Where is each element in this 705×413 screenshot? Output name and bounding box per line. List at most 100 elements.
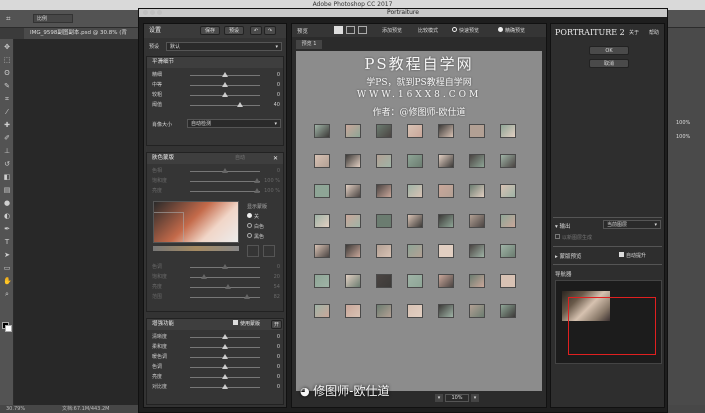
slider-row[interactable]: 饱和度 20 bbox=[152, 273, 282, 281]
stamp-icon[interactable]: ⊥ bbox=[3, 147, 11, 155]
zoom-icon[interactable]: ⌕ bbox=[3, 290, 11, 298]
slider-knob[interactable] bbox=[254, 178, 261, 183]
slider-row[interactable]: 亮度 0 bbox=[152, 373, 282, 381]
slider-row[interactable]: 色调 0 bbox=[152, 263, 282, 271]
zoom-plus-icon[interactable]: ▾ bbox=[471, 394, 479, 402]
portrait-size-select[interactable]: 自动检测 ▾ bbox=[187, 119, 281, 128]
cancel-button[interactable]: 取消 bbox=[589, 59, 629, 68]
slider-row[interactable]: 清晰度 0 bbox=[152, 333, 282, 341]
skin-mode[interactable]: 自动 bbox=[235, 153, 245, 164]
split-view-icon[interactable] bbox=[346, 26, 355, 34]
undo-icon[interactable]: ↶ bbox=[250, 26, 262, 35]
quick-select-icon[interactable]: ✎ bbox=[3, 82, 11, 90]
ratio-select[interactable]: 比例 bbox=[33, 14, 73, 23]
navigator-view[interactable] bbox=[555, 280, 662, 364]
auto-enhance-checkbox[interactable]: 自动提升 bbox=[619, 252, 646, 259]
enhance-toggle[interactable]: 开 bbox=[271, 320, 282, 329]
gradient-icon[interactable]: ▤ bbox=[3, 186, 11, 194]
crop-icon[interactable]: ⌗ bbox=[3, 95, 11, 103]
lasso-tool-icon[interactable]: ʘ bbox=[3, 69, 11, 77]
slider-row[interactable]: 饱和度 100 % bbox=[152, 177, 282, 185]
slider-row[interactable]: 暖色调 0 bbox=[152, 353, 282, 361]
fine-preview-radio[interactable]: 精确预览 bbox=[498, 27, 525, 34]
eraser-icon[interactable]: ◧ bbox=[3, 173, 11, 181]
slider-knob[interactable] bbox=[254, 188, 261, 193]
slider-row[interactable]: 精细 0 bbox=[152, 71, 282, 79]
slider-row[interactable]: 对比度 0 bbox=[152, 383, 282, 391]
new-layer-checkbox[interactable]: 以新图层生成 bbox=[555, 234, 592, 241]
crop-tool-icon[interactable]: ⌗ bbox=[6, 14, 11, 24]
slider-row[interactable]: 柔和度 0 bbox=[152, 343, 282, 351]
slider-row[interactable]: 较粗 0 bbox=[152, 91, 282, 99]
slider-track[interactable] bbox=[190, 181, 260, 182]
slider-knob[interactable] bbox=[224, 284, 231, 289]
quick-preview-radio[interactable]: 快速预览 bbox=[452, 27, 479, 34]
slider-track[interactable] bbox=[190, 191, 260, 192]
history-brush-icon[interactable]: ↺ bbox=[3, 160, 11, 168]
navigator-viewport[interactable] bbox=[568, 297, 656, 355]
color-picker-bar[interactable] bbox=[153, 246, 239, 251]
radio-white[interactable]: 白色 bbox=[247, 223, 264, 230]
brush-icon[interactable]: ✐ bbox=[3, 134, 11, 142]
hand-icon[interactable]: ✋ bbox=[3, 277, 12, 285]
radio-off[interactable]: 关 bbox=[247, 213, 259, 220]
slider-row[interactable]: 色调 0 bbox=[152, 363, 282, 371]
single-view-icon[interactable] bbox=[334, 26, 343, 34]
minimize-dot[interactable] bbox=[150, 10, 155, 15]
slider-knob[interactable] bbox=[244, 294, 251, 299]
slider-knob[interactable] bbox=[222, 82, 228, 87]
slider-knob[interactable] bbox=[222, 168, 228, 173]
blur-icon[interactable]: ● bbox=[3, 199, 11, 207]
path-select-icon[interactable]: ➤ bbox=[3, 251, 11, 259]
slider-track[interactable] bbox=[190, 105, 260, 106]
slider-row[interactable]: 阈值 40 bbox=[152, 101, 282, 109]
slider-knob[interactable] bbox=[222, 92, 228, 97]
help-link[interactable]: 帮助 bbox=[649, 29, 659, 36]
pen-icon[interactable]: ✒ bbox=[3, 225, 11, 233]
add-preview-button[interactable]: 添加预览 bbox=[382, 27, 402, 34]
slider-knob[interactable] bbox=[222, 364, 228, 369]
slider-value: 0 bbox=[276, 344, 280, 350]
preset-select[interactable]: 默认 ▾ bbox=[166, 42, 282, 51]
swatch-1[interactable] bbox=[247, 245, 259, 257]
ok-button[interactable]: OK bbox=[589, 46, 629, 55]
slider-row[interactable]: 范围 82 bbox=[152, 293, 282, 301]
eyedropper-icon[interactable]: ✕ bbox=[273, 153, 278, 164]
compare-button[interactable]: 比较模式 bbox=[418, 27, 438, 34]
tab-preview-1[interactable]: 预览 1 bbox=[296, 40, 322, 49]
radio-black[interactable]: 黑色 bbox=[247, 233, 264, 240]
color-swatches[interactable] bbox=[2, 322, 12, 332]
slider-knob[interactable] bbox=[222, 344, 228, 349]
slider-knob[interactable] bbox=[222, 374, 228, 379]
slider-row[interactable]: 亮度 54 bbox=[152, 283, 282, 291]
type-icon[interactable]: T bbox=[3, 238, 11, 246]
slider-knob[interactable] bbox=[222, 264, 228, 269]
slider-knob[interactable] bbox=[222, 384, 228, 389]
marquee-tool-icon[interactable]: ⬚ bbox=[3, 56, 11, 64]
output-select[interactable]: 当前图层 ▾ bbox=[603, 220, 661, 229]
move-tool-icon[interactable]: ✥ bbox=[3, 43, 11, 51]
preset-button[interactable]: 预设 bbox=[224, 26, 244, 35]
slider-knob[interactable] bbox=[222, 72, 228, 77]
color-picker-gradient[interactable] bbox=[153, 201, 239, 243]
slider-knob[interactable] bbox=[201, 274, 207, 279]
dodge-icon[interactable]: ◐ bbox=[3, 212, 11, 220]
close-dot[interactable] bbox=[143, 10, 148, 15]
use-mask-checkbox[interactable]: 使用蒙版 bbox=[233, 319, 260, 330]
swatch-2[interactable] bbox=[263, 245, 275, 257]
slider-knob[interactable] bbox=[237, 102, 244, 107]
slider-knob[interactable] bbox=[222, 354, 228, 359]
save-button[interactable]: 保存 bbox=[200, 26, 220, 35]
slider-row[interactable]: 中等 0 bbox=[152, 81, 282, 89]
document-tab[interactable]: IMG_9598副图副本.psd @ 30.8% (背 bbox=[24, 28, 138, 39]
quad-view-icon[interactable] bbox=[358, 26, 367, 34]
healing-icon[interactable]: ✚ bbox=[3, 121, 11, 129]
shape-icon[interactable]: ▭ bbox=[3, 264, 11, 272]
eyedropper-icon[interactable]: ⁄ bbox=[3, 108, 11, 116]
slider-row[interactable]: 亮度 100 % bbox=[152, 187, 282, 195]
slider-knob[interactable] bbox=[222, 334, 228, 339]
redo-icon[interactable]: ↷ bbox=[264, 26, 276, 35]
zoom-dot[interactable] bbox=[157, 10, 162, 15]
about-link[interactable]: 关于 bbox=[629, 29, 639, 36]
slider-row[interactable]: 色相 0 bbox=[152, 167, 282, 175]
